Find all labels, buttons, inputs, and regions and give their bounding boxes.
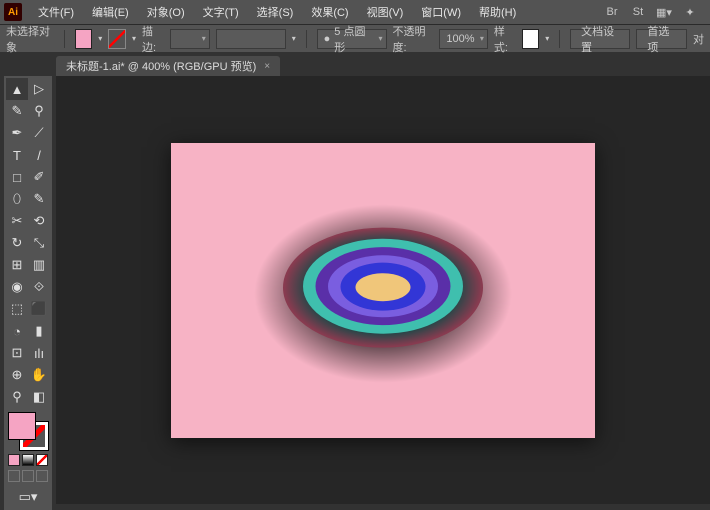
shape-builder-tool[interactable]: ▥: [28, 254, 50, 276]
screen-mode-button[interactable]: ▭▾: [6, 486, 50, 508]
menu-view[interactable]: 视图(V): [359, 0, 412, 24]
width-tool[interactable]: ⤡: [28, 232, 50, 254]
scale-tool[interactable]: ↻: [6, 232, 28, 254]
draw-mode[interactable]: [8, 470, 20, 482]
graph-tool[interactable]: ⊡: [6, 342, 28, 364]
opacity-input[interactable]: 100%: [439, 29, 487, 49]
fill-color[interactable]: [8, 412, 36, 440]
close-icon[interactable]: ×: [264, 61, 270, 72]
artboard-tool[interactable]: ⊕: [6, 364, 28, 386]
type-tool[interactable]: T: [6, 144, 28, 166]
menu-help[interactable]: 帮助(H): [471, 0, 524, 24]
blend-tool[interactable]: ◔: [6, 320, 28, 342]
stroke-label: 描边:: [142, 23, 164, 55]
align-label: 对: [693, 31, 704, 47]
menubar-right: Br St ▦▾ ✦: [604, 4, 706, 20]
color-mode-swatches: [6, 454, 50, 466]
direct-selection-tool[interactable]: ▷: [28, 78, 50, 100]
rectangle-tool[interactable]: □: [6, 166, 28, 188]
pen-tool[interactable]: ✒: [6, 122, 28, 144]
menu-edit[interactable]: 编辑(E): [84, 0, 137, 24]
canvas-workspace[interactable]: [56, 76, 710, 504]
artboard[interactable]: [171, 143, 595, 438]
stroke-weight-input[interactable]: [170, 29, 210, 49]
stroke-dropdown-icon[interactable]: ▾: [132, 34, 136, 43]
menubar: Ai 文件(F) 编辑(E) 对象(O) 文字(T) 选择(S) 效果(C) 视…: [0, 0, 710, 24]
brush-dropdown-icon[interactable]: ▾: [292, 34, 296, 43]
color-swatch[interactable]: [8, 454, 20, 466]
slice-tool[interactable]: ◧: [28, 386, 50, 408]
free-transform-tool[interactable]: ⊞: [6, 254, 28, 276]
menu-window[interactable]: 窗口(W): [413, 0, 469, 24]
symbol-tool[interactable]: ▮: [28, 320, 50, 342]
opacity-label: 不透明度:: [393, 23, 434, 55]
tab-title: 未标题-1.ai* @ 400% (RGB/GPU 预览): [66, 58, 256, 74]
document-setup-button[interactable]: 文档设置: [570, 29, 630, 49]
menu-select[interactable]: 选择(S): [249, 0, 302, 24]
shaper-tool[interactable]: ⬯: [6, 188, 28, 210]
rotate-tool[interactable]: ⟲: [28, 210, 50, 232]
eyedropper-tool[interactable]: ⬛: [28, 298, 50, 320]
mesh-tool[interactable]: ⟐: [28, 276, 50, 298]
selection-status: 未选择对象: [6, 23, 54, 55]
fill-swatch[interactable]: [75, 29, 93, 49]
opacity-value: 100%: [446, 33, 474, 45]
control-bar: 未选择对象 ▾ ▾ 描边: ▾ ● 5 点圆形 不透明度: 100% 样式: ▾…: [0, 24, 710, 52]
graphic-style-swatch[interactable]: [522, 29, 540, 49]
gpu-icon[interactable]: ✦: [682, 4, 698, 20]
draw-behind[interactable]: [22, 470, 34, 482]
separator: [559, 30, 560, 48]
menu-file[interactable]: 文件(F): [30, 0, 82, 24]
document-tab[interactable]: 未标题-1.ai* @ 400% (RGB/GPU 预览) ×: [56, 56, 280, 76]
style-dropdown-icon[interactable]: ▾: [545, 34, 549, 43]
separator: [64, 30, 65, 48]
fill-stroke-picker[interactable]: [8, 412, 48, 450]
artwork-ring-6[interactable]: [356, 273, 411, 301]
stroke-swatch[interactable]: [108, 29, 126, 49]
gradient-tool[interactable]: ⬚: [6, 298, 28, 320]
hand-tool[interactable]: ✋: [28, 364, 50, 386]
menu-type[interactable]: 文字(T): [195, 0, 247, 24]
scissors-tool[interactable]: ✂: [6, 210, 28, 232]
swatch-dropdown-icon[interactable]: ▾: [98, 34, 102, 43]
menu-object[interactable]: 对象(O): [139, 0, 193, 24]
paintbrush-tool[interactable]: ✐: [28, 166, 50, 188]
selection-tool[interactable]: ▲: [6, 78, 28, 100]
bridge-icon[interactable]: Br: [604, 4, 620, 20]
style-label: 样式:: [494, 23, 516, 55]
stock-icon[interactable]: St: [630, 4, 646, 20]
gradient-swatch[interactable]: [22, 454, 34, 466]
line-tool[interactable]: /: [28, 144, 50, 166]
none-swatch[interactable]: [36, 454, 48, 466]
toolbox: ▲ ▷ ✎ ⚲ ✒ ⟋ T / □ ✐ ⬯ ✎ ✂ ⟲ ↻ ⤡ ⊞ ▥ ◉ ⟐ …: [4, 76, 52, 510]
screen-mode-row: [6, 470, 50, 482]
zoom-tool[interactable]: ⚲: [6, 386, 28, 408]
magic-wand-tool[interactable]: ✎: [6, 100, 28, 122]
lasso-tool[interactable]: ⚲: [28, 100, 50, 122]
separator: [306, 30, 307, 48]
eraser-tool[interactable]: ✎: [28, 188, 50, 210]
perspective-tool[interactable]: ◉: [6, 276, 28, 298]
stroke-profile-value: 5 点圆形: [334, 23, 369, 55]
column-graph-tool[interactable]: ılı: [28, 342, 50, 364]
menu-effect[interactable]: 效果(C): [303, 0, 356, 24]
preferences-button[interactable]: 首选项: [636, 29, 687, 49]
curvature-tool[interactable]: ⟋: [28, 122, 50, 144]
arrange-icon[interactable]: ▦▾: [656, 4, 672, 20]
app-logo: Ai: [4, 3, 22, 21]
document-tabbar: 未标题-1.ai* @ 400% (RGB/GPU 预览) ×: [0, 52, 710, 76]
brush-field[interactable]: [216, 29, 286, 49]
stroke-profile[interactable]: ● 5 点圆形: [317, 29, 387, 49]
draw-inside[interactable]: [36, 470, 48, 482]
